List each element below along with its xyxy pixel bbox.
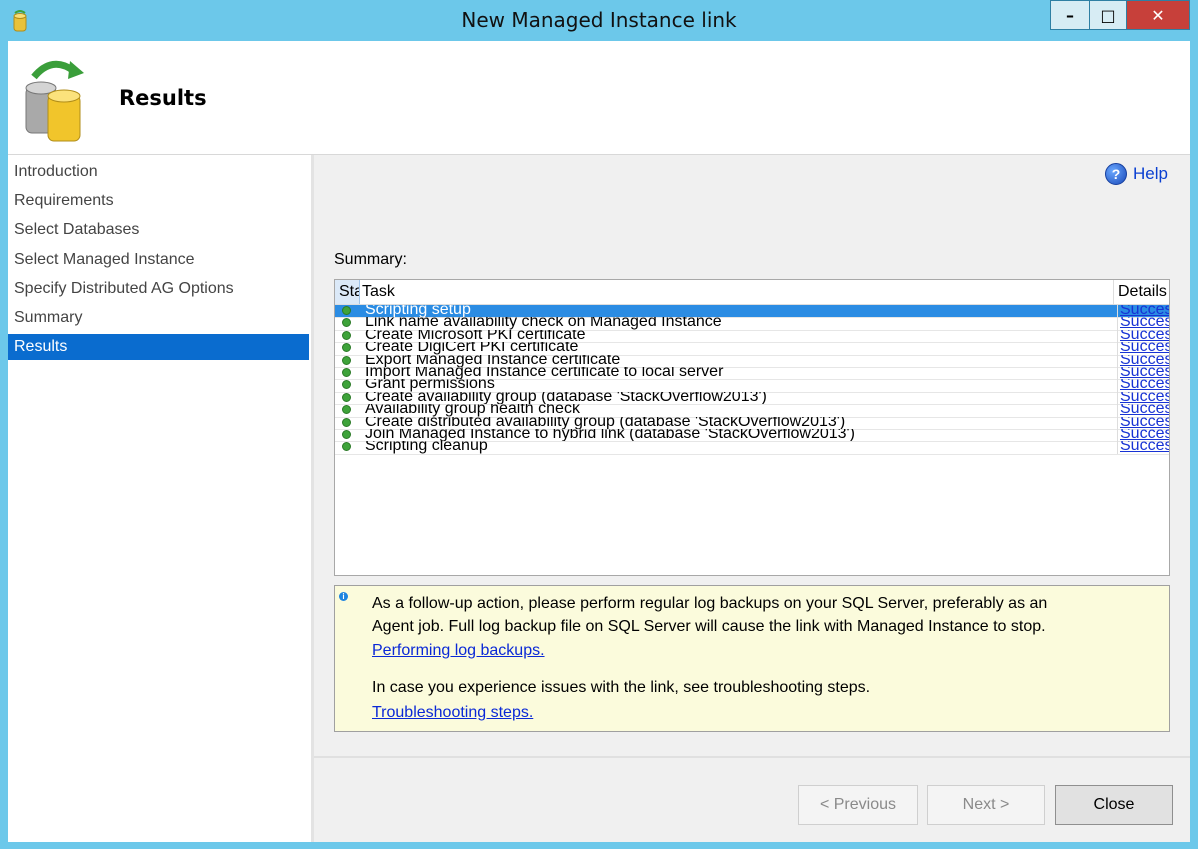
- success-icon: [342, 442, 351, 452]
- success-icon: [342, 380, 351, 390]
- footer-divider: [314, 756, 1190, 758]
- table-row[interactable]: Import Managed Instance certificate to l…: [335, 367, 1169, 381]
- details-link[interactable]: Success: [1117, 429, 1169, 442]
- summary-label: Summary:: [334, 251, 407, 268]
- troubleshooting-steps-link[interactable]: Troubleshooting steps.: [372, 704, 533, 721]
- task-cell: Grant permissions: [365, 379, 495, 393]
- help-label: Help: [1133, 164, 1168, 183]
- nav-item-specify-distributed-ag-options[interactable]: Specify Distributed AG Options: [8, 276, 309, 302]
- column-header-task[interactable]: Task: [362, 280, 395, 304]
- wizard-window: New Managed Instance link – □ ✕ Results …: [0, 0, 1198, 849]
- info-icon: i: [339, 592, 348, 601]
- task-cell: Create Microsoft PKI certificate: [365, 329, 586, 343]
- task-cell: Create availability group (database 'Sta…: [365, 391, 767, 405]
- table-row[interactable]: Link name availability check on Managed …: [335, 317, 1169, 331]
- maximize-button[interactable]: □: [1089, 0, 1127, 30]
- task-cell: Scripting setup: [365, 305, 471, 318]
- results-panel: ? Help Summary: Status Task Details Scri…: [314, 155, 1190, 755]
- details-link[interactable]: Success: [1117, 404, 1169, 417]
- details-link[interactable]: Success: [1117, 391, 1169, 405]
- table-row[interactable]: Export Managed Instance certificate Succ…: [335, 354, 1169, 368]
- details-link[interactable]: Success: [1117, 416, 1169, 429]
- nav-item-introduction[interactable]: Introduction: [8, 159, 309, 185]
- success-icon: [342, 417, 351, 427]
- close-button[interactable]: Close: [1055, 785, 1173, 825]
- info-text-line3: In case you experience issues with the l…: [372, 679, 871, 696]
- table-row[interactable]: Create distributed availability group (d…: [335, 416, 1169, 430]
- task-cell: Create DigiCert PKI certificate: [365, 342, 579, 356]
- window-title: New Managed Instance link: [461, 8, 737, 32]
- task-cell: Create distributed availability group (d…: [365, 416, 846, 430]
- table-row[interactable]: Scripting setup Success: [335, 305, 1169, 319]
- details-link[interactable]: Success: [1117, 379, 1169, 392]
- table-row[interactable]: Join Managed Instance to hybrid link (da…: [335, 429, 1169, 443]
- column-header-status[interactable]: Status: [335, 280, 360, 304]
- title-bar[interactable]: New Managed Instance link – □ ✕: [0, 0, 1198, 41]
- task-cell: Export Managed Instance certificate: [365, 354, 621, 368]
- details-link[interactable]: Success: [1117, 441, 1169, 454]
- info-text-line2: Agent job. Full log backup file on SQL S…: [372, 618, 1046, 635]
- results-grid[interactable]: Status Task Details Scripting setup Succ…: [334, 279, 1170, 576]
- details-link[interactable]: Success: [1117, 354, 1169, 367]
- details-link[interactable]: Success: [1117, 342, 1169, 355]
- success-icon: [342, 330, 351, 340]
- success-icon: [342, 355, 351, 365]
- success-icon: [342, 318, 351, 328]
- nav-item-select-databases[interactable]: Select Databases: [8, 217, 309, 243]
- page-title: Results: [119, 86, 207, 110]
- previous-button[interactable]: < Previous: [798, 785, 918, 825]
- nav-item-requirements[interactable]: Requirements: [8, 188, 309, 214]
- details-link[interactable]: Success: [1117, 329, 1169, 343]
- page-header: Results: [8, 41, 1190, 155]
- success-icon: [342, 430, 351, 439]
- table-row[interactable]: Create availability group (database 'Sta…: [335, 391, 1169, 406]
- table-row[interactable]: Availability group health check Success: [335, 404, 1169, 418]
- nav-item-select-managed-instance[interactable]: Select Managed Instance: [8, 247, 309, 273]
- task-cell: Availability group health check: [365, 404, 580, 418]
- database-sync-icon: [25, 60, 84, 142]
- client-area: Results Introduction Requirements Select…: [8, 41, 1190, 842]
- success-icon: [342, 392, 351, 402]
- table-row[interactable]: Grant permissions Success: [335, 379, 1169, 393]
- details-link[interactable]: Success: [1117, 305, 1169, 318]
- help-link[interactable]: ? Help: [1105, 163, 1168, 185]
- nav-item-results[interactable]: Results: [8, 334, 309, 360]
- success-icon: [342, 343, 351, 353]
- close-window-button[interactable]: ✕: [1126, 0, 1190, 30]
- success-icon: [342, 405, 351, 415]
- performing-log-backups-link[interactable]: Performing log backups.: [372, 642, 545, 659]
- help-icon: ?: [1105, 163, 1128, 185]
- column-header-details[interactable]: Details: [1113, 280, 1169, 304]
- table-row[interactable]: Create DigiCert PKI certificate Success: [335, 342, 1169, 356]
- info-text-line1: As a follow-up action, please perform re…: [372, 595, 1048, 612]
- task-cell: Join Managed Instance to hybrid link (da…: [365, 429, 855, 442]
- table-row[interactable]: Scripting cleanup Success: [335, 441, 1169, 455]
- task-cell: Import Managed Instance certificate to l…: [365, 367, 724, 380]
- success-icon: [342, 368, 351, 377]
- wizard-navigation: Introduction Requirements Select Databas…: [8, 155, 314, 842]
- info-message: i As a follow-up action, please perform …: [334, 585, 1170, 732]
- next-button[interactable]: Next >: [927, 785, 1045, 825]
- grid-header: Status Task Details: [335, 280, 1169, 305]
- details-link[interactable]: Success: [1117, 317, 1169, 330]
- task-cell: Link name availability check on Managed …: [365, 317, 722, 331]
- details-link[interactable]: Success: [1117, 367, 1169, 380]
- nav-item-summary[interactable]: Summary: [8, 305, 309, 331]
- success-icon: [342, 306, 351, 315]
- task-cell: Scripting cleanup: [365, 441, 488, 455]
- minimize-button[interactable]: –: [1050, 0, 1090, 30]
- table-row[interactable]: Create Microsoft PKI certificate Success: [335, 329, 1169, 344]
